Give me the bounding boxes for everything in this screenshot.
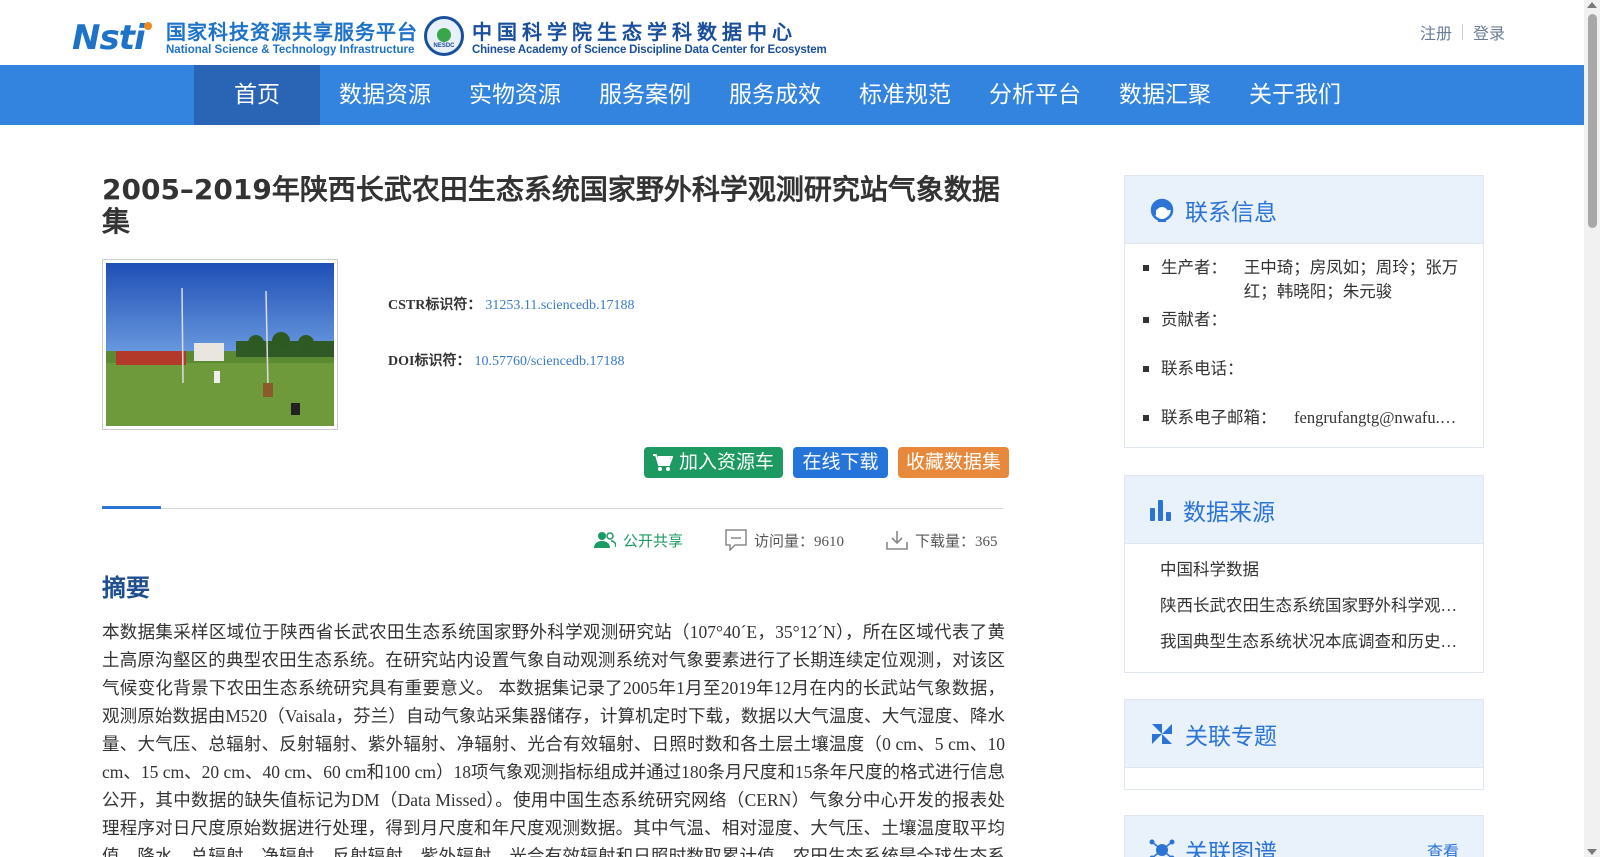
phone-label: 联系电话： bbox=[1161, 359, 1244, 378]
favorite-dataset-button[interactable]: 收藏数据集 bbox=[898, 447, 1009, 478]
topic-card-header: 关联专题 bbox=[1125, 700, 1483, 768]
source-card: 数据来源 中国科学数据 陕西长武农田生态系统国家野外科学观测研究站 我国典型生态… bbox=[1124, 475, 1484, 673]
abstract-text: 本数据集采样区域位于陕西省长武农田生态系统国家野外科学观测研究站（107°40´… bbox=[102, 622, 1005, 857]
download-icon bbox=[886, 531, 908, 550]
contact-email: 联系电子邮箱： fengrufangtg@nwafu.edu.cn bbox=[1143, 406, 1463, 430]
nsti-logo[interactable]: Nsti 国家科技资源共享服务平台 National Science & Tec… bbox=[72, 14, 417, 62]
identifiers: CSTR标识符： 31253.11.sciencedb.17188 DOI标识符：… bbox=[388, 294, 635, 406]
register-link[interactable]: 注册 bbox=[1420, 20, 1452, 44]
nav-item-service-cases[interactable]: 服务案例 bbox=[580, 65, 710, 125]
comment-icon bbox=[725, 529, 747, 551]
dataset-title: 2005–2019年陕西长武农田生态系统国家野外科学观测研究站气象数据集 bbox=[102, 173, 1000, 238]
page-scrollbar[interactable] bbox=[1584, 0, 1600, 857]
nesdc-emblem-text: NESDC bbox=[433, 43, 455, 49]
scroll-up-arrow-icon[interactable] bbox=[1587, 2, 1597, 8]
nesdc-emblem-icon: NESDC bbox=[424, 16, 464, 56]
active-tab-indicator bbox=[102, 506, 161, 509]
add-to-cart-button[interactable]: 加入资源车 bbox=[644, 447, 783, 478]
contact-phone: 联系电话： bbox=[1143, 357, 1463, 406]
auth-divider bbox=[1461, 24, 1463, 40]
source-item[interactable]: 中国科学数据 bbox=[1160, 552, 1459, 588]
nav-item-analysis-platform[interactable]: 分析平台 bbox=[970, 65, 1100, 125]
nav-item-about-us[interactable]: 关于我们 bbox=[1230, 65, 1360, 125]
cstr-label: CSTR标识符： bbox=[388, 298, 482, 313]
scroll-thumb[interactable] bbox=[1588, 14, 1597, 228]
contact-card: 联系信息 生产者： 王中琦；房凤如；周玲；张万红；韩晓阳；朱元骏 贡献者： 联系… bbox=[1124, 175, 1484, 448]
contributor-label: 贡献者： bbox=[1161, 310, 1227, 329]
graph-card-header: 关联图谱 查看 bbox=[1125, 816, 1483, 857]
nsti-logo-cn: 国家科技资源共享服务平台 bbox=[166, 20, 418, 44]
nesdc-logo-cn: 中国科学院生态学科数据中心 bbox=[472, 20, 797, 44]
site-header: Nsti 国家科技资源共享服务平台 National Science & Tec… bbox=[0, 0, 1600, 65]
visit-count: 访问量：9610 bbox=[725, 529, 844, 551]
bar-chart-icon bbox=[1150, 499, 1171, 521]
source-item[interactable]: 我国典型生态系统状况本底调查和历史数据整编 bbox=[1160, 624, 1459, 660]
graph-card: 关联图谱 查看 bbox=[1124, 815, 1484, 857]
auth-links: 注册 登录 bbox=[1420, 20, 1505, 44]
source-list: 中国科学数据 陕西长武农田生态系统国家野外科学观测研究站 我国典型生态系统状况本… bbox=[1125, 544, 1483, 668]
add-to-cart-label: 加入资源车 bbox=[678, 451, 774, 473]
doi-row: DOI标识符： 10.57760/sciencedb.17188 bbox=[388, 350, 635, 406]
producer-label: 生产者： bbox=[1161, 258, 1227, 277]
cstr-link[interactable]: 31253.11.sciencedb.17188 bbox=[485, 298, 634, 313]
cart-icon bbox=[652, 453, 673, 471]
main-nav: 首页 数据资源 实物资源 服务案例 服务成效 标准规范 分析平台 数据汇聚 关于… bbox=[0, 65, 1584, 125]
tab-divider bbox=[102, 508, 1003, 509]
topic-card-title: 关联专题 bbox=[1185, 723, 1277, 750]
graph-view-link[interactable]: 查看 bbox=[1427, 838, 1459, 857]
producer-value: 王中琦；房凤如；周玲；张万红；韩晓阳；朱元骏 bbox=[1243, 258, 1459, 301]
abstract-heading: 摘要 bbox=[102, 574, 150, 602]
source-card-title: 数据来源 bbox=[1183, 499, 1275, 526]
nav-item-data-resources[interactable]: 数据资源 bbox=[320, 65, 450, 125]
source-card-header: 数据来源 bbox=[1125, 476, 1483, 544]
nesdc-logo-en: Chinese Academy of Science Discipline Da… bbox=[472, 44, 827, 56]
nav-item-data-aggregation[interactable]: 数据汇聚 bbox=[1100, 65, 1230, 125]
source-item[interactable]: 陕西长武农田生态系统国家野外科学观测研究站 bbox=[1160, 588, 1459, 624]
contact-card-title: 联系信息 bbox=[1185, 199, 1277, 226]
contact-list: 生产者： 王中琦；房凤如；周玲；张万红；韩晓阳；朱元骏 贡献者： 联系电话： 联… bbox=[1125, 244, 1483, 442]
visit-count-label: 访问量：9610 bbox=[754, 533, 845, 550]
dataset-thumbnail bbox=[102, 259, 338, 430]
nav-item-home[interactable]: 首页 bbox=[194, 65, 320, 125]
customer-service-icon bbox=[1150, 198, 1174, 222]
users-icon bbox=[594, 532, 616, 548]
cstr-row: CSTR标识符： 31253.11.sciencedb.17188 bbox=[388, 294, 635, 350]
network-graph-icon bbox=[1149, 839, 1175, 857]
contact-contributor: 贡献者： bbox=[1143, 308, 1463, 357]
online-download-button[interactable]: 在线下载 bbox=[793, 447, 888, 478]
nsti-logo-mark: Nsti bbox=[72, 18, 146, 58]
download-count: 下载量：365 bbox=[886, 530, 998, 551]
contact-producer: 生产者： 王中琦；房凤如；周玲；张万红；韩晓阳；朱元骏 bbox=[1143, 256, 1463, 304]
nav-item-service-outcomes[interactable]: 服务成效 bbox=[710, 65, 840, 125]
doi-label: DOI标识符： bbox=[388, 354, 471, 369]
nesdc-emblem-leaf bbox=[437, 28, 451, 42]
doi-link[interactable]: 10.57760/sciencedb.17188 bbox=[474, 354, 624, 369]
email-value[interactable]: fengrufangtg@nwafu.edu.cn bbox=[1294, 406, 1462, 430]
login-link[interactable]: 登录 bbox=[1473, 20, 1505, 44]
download-count-label: 下载量：365 bbox=[915, 533, 998, 550]
share-status-label: 公开共享 bbox=[623, 533, 684, 550]
nsti-logo-en: National Science & Technology Infrastruc… bbox=[166, 44, 415, 56]
scroll-down-arrow-icon[interactable] bbox=[1587, 849, 1597, 855]
weather-station-photo bbox=[106, 263, 334, 426]
contact-card-header: 联系信息 bbox=[1125, 176, 1483, 244]
share-status: 公开共享 bbox=[594, 530, 683, 551]
dataset-stats: 公开共享 访问量：9610 下载量：365 bbox=[594, 529, 998, 551]
nav-item-physical-resources[interactable]: 实物资源 bbox=[450, 65, 580, 125]
pinwheel-icon bbox=[1152, 723, 1172, 744]
email-label: 联系电子邮箱： bbox=[1161, 408, 1277, 427]
nsti-logo-dot bbox=[144, 22, 152, 30]
topic-card: 关联专题 bbox=[1124, 699, 1484, 790]
nesdc-logo[interactable]: NESDC 中国科学院生态学科数据中心 Chinese Academy of S… bbox=[424, 14, 827, 62]
nav-item-standards[interactable]: 标准规范 bbox=[840, 65, 970, 125]
graph-card-title: 关联图谱 bbox=[1185, 839, 1277, 857]
action-buttons: 加入资源车 在线下载 收藏数据集 bbox=[644, 447, 1009, 478]
